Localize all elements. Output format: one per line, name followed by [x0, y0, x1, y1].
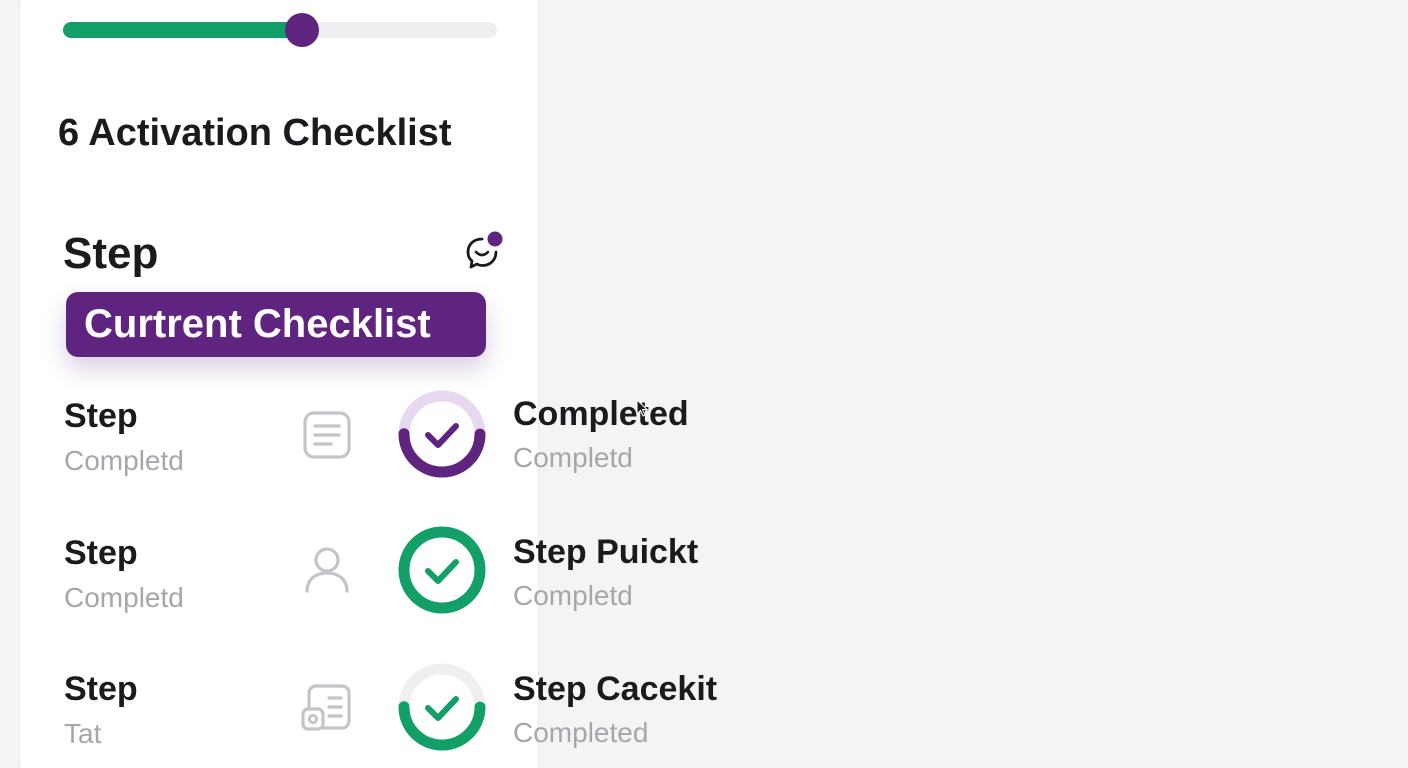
step-subtitle: Completd	[64, 445, 184, 476]
checkmark-icon	[425, 423, 459, 448]
app-stage: 6 Activation Checklist Step Curtrent Che…	[0, 0, 1408, 768]
page-title: 6 Activation Checklist	[58, 112, 452, 154]
step-title: Step	[64, 397, 138, 435]
progress-ring-icon	[398, 390, 486, 478]
progress-ring-icon	[398, 526, 486, 614]
chat-notification-icon[interactable]	[462, 230, 506, 274]
current-checklist-badge[interactable]: Curtrent Checklist	[66, 292, 486, 357]
progress-ring-icon	[398, 663, 486, 751]
step-title: Step	[64, 670, 138, 708]
mouse-cursor-icon	[636, 399, 648, 417]
section-heading: Step	[63, 229, 159, 278]
step-subtitle: Completd	[513, 580, 633, 611]
step-subtitle: Completd	[513, 442, 633, 473]
activation-progress-slider[interactable]	[63, 13, 497, 47]
progress-fill	[63, 22, 302, 38]
step-title: Step Cacekit	[513, 670, 718, 708]
step-subtitle: Tat	[64, 718, 102, 749]
step-subtitle: Completd	[64, 582, 184, 613]
user-icon	[305, 547, 349, 593]
checkmark-icon	[425, 559, 459, 584]
document-lines-icon	[303, 411, 351, 459]
id-card-icon	[301, 684, 351, 731]
progress-thumb[interactable]	[284, 13, 319, 47]
step-subtitle: Completed	[513, 717, 649, 748]
step-title: Step Puickt	[513, 533, 699, 571]
step-title: Completed	[513, 395, 689, 433]
step-title: Step	[64, 534, 138, 572]
checkmark-icon	[425, 696, 459, 721]
